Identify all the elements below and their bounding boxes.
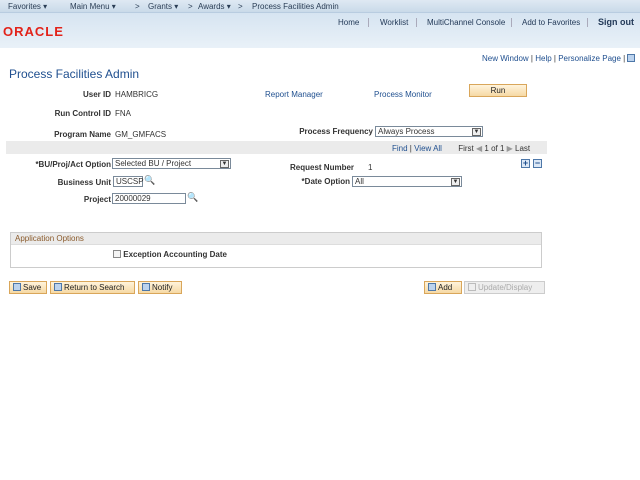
program-name-label: Program Name (54, 130, 111, 139)
multichannel-console-link[interactable]: MultiChannel Console (427, 18, 505, 27)
process-frequency-label: Process Frequency (299, 127, 373, 136)
page-layout-icon[interactable] (627, 54, 636, 62)
report-manager-link[interactable]: Report Manager (265, 90, 323, 99)
first-label[interactable]: First (458, 144, 474, 153)
lookup-icon[interactable]: 🔍 (144, 175, 155, 186)
program-name-value: GM_GMFACS (115, 130, 167, 139)
breadcrumb-current: Process Facilities Admin (252, 2, 339, 11)
user-id-value: HAMBRICG (115, 90, 159, 99)
date-option-select[interactable]: All ▼ (352, 176, 462, 187)
process-frequency-value: Always Process (378, 127, 435, 136)
update-label: Update/Display (478, 283, 533, 292)
project-label: Project (83, 195, 111, 204)
bu-proj-act-select[interactable]: Selected BU / Project ▼ (112, 158, 231, 169)
business-unit-label: Business Unit (57, 178, 111, 187)
notify-label: Notify (152, 283, 173, 292)
add-label: Add (438, 283, 453, 292)
bu-proj-act-value: Selected BU / Project (115, 159, 192, 168)
request-number-label: Request Number (290, 163, 355, 172)
business-unit-input[interactable]: USCSP (113, 176, 144, 187)
return-to-search-button[interactable]: Return to Search (50, 281, 135, 294)
project-input[interactable]: 20000029 (112, 193, 186, 204)
lookup-icon[interactable]: 🔍 (187, 192, 198, 203)
process-frequency-select[interactable]: Always Process ▼ (375, 126, 483, 137)
home-link[interactable]: Home (338, 18, 359, 27)
breadcrumb-sep: > (188, 2, 193, 11)
run-button[interactable]: Run (469, 84, 527, 97)
date-option-value: All (355, 177, 364, 186)
previous-icon[interactable]: ◀ (476, 144, 482, 153)
oracle-logo: ORACLE (3, 24, 64, 39)
exception-accounting-date-row: Exception Accounting Date (113, 250, 227, 259)
last-label[interactable]: Last (515, 144, 530, 153)
exception-accounting-date-checkbox[interactable] (113, 250, 121, 258)
date-option-label: *Date Option (301, 177, 350, 186)
add-to-favorites-link[interactable]: Add to Favorites (522, 18, 580, 27)
find-link[interactable]: Find (392, 144, 408, 153)
new-window-link[interactable]: New Window (482, 54, 529, 63)
next-icon[interactable]: ▶ (507, 144, 513, 153)
page-title: Process Facilities Admin (9, 67, 140, 81)
page-bar: New Window | Help | Personalize Page | (482, 54, 637, 63)
dropdown-arrow-icon: ▼ (220, 160, 229, 168)
application-options-title: Application Options (11, 233, 541, 245)
user-id-label: User ID (82, 90, 111, 99)
bu-proj-act-label: *BU/Proj/Act Option (35, 160, 111, 169)
notify-icon (142, 283, 150, 291)
application-options-panel: Application Options Exception Accounting… (10, 232, 542, 268)
request-number-value: 1 (368, 163, 373, 172)
add-row-icon[interactable]: + (521, 159, 530, 168)
help-link[interactable]: Help (535, 54, 551, 63)
run-control-value: FNA (115, 109, 131, 118)
breadcrumb-awards[interactable]: Awards ▾ (198, 2, 231, 11)
dropdown-arrow-icon: ▼ (472, 128, 481, 136)
exception-accounting-date-label: Exception Accounting Date (123, 250, 227, 259)
view-all-link[interactable]: View All (414, 144, 442, 153)
breadcrumb-grants[interactable]: Grants ▾ (148, 2, 178, 11)
personalize-page-link[interactable]: Personalize Page (558, 54, 621, 63)
grid-nav: Find | View All First ◀ 1 of 1 ▶ Last (392, 144, 531, 153)
main-menu[interactable]: Main Menu ▾ (70, 2, 116, 11)
run-control-label: Run Control ID (54, 109, 111, 118)
breadcrumb-sep: > (238, 2, 243, 11)
breadcrumb-sep: > (135, 2, 140, 11)
worklist-link[interactable]: Worklist (380, 18, 408, 27)
notify-button[interactable]: Notify (138, 281, 182, 294)
dropdown-arrow-icon: ▼ (451, 178, 460, 186)
top-navigation: Favorites ▾ Main Menu ▾ > Grants ▾ > Awa… (0, 0, 640, 13)
update-icon (468, 283, 476, 291)
update-display-button[interactable]: Update/Display (464, 281, 545, 294)
add-icon (428, 283, 436, 291)
save-button[interactable]: Save (9, 281, 47, 294)
row-count: 1 of 1 (484, 144, 505, 153)
save-icon (13, 283, 21, 291)
save-label: Save (23, 283, 42, 292)
return-label: Return to Search (64, 283, 125, 292)
return-icon (54, 283, 62, 291)
add-button[interactable]: Add (424, 281, 462, 294)
process-monitor-link[interactable]: Process Monitor (374, 90, 432, 99)
sign-out-link[interactable]: Sign out (598, 17, 634, 27)
favorites-menu[interactable]: Favorites ▾ (8, 2, 47, 11)
delete-row-icon[interactable]: − (533, 159, 542, 168)
